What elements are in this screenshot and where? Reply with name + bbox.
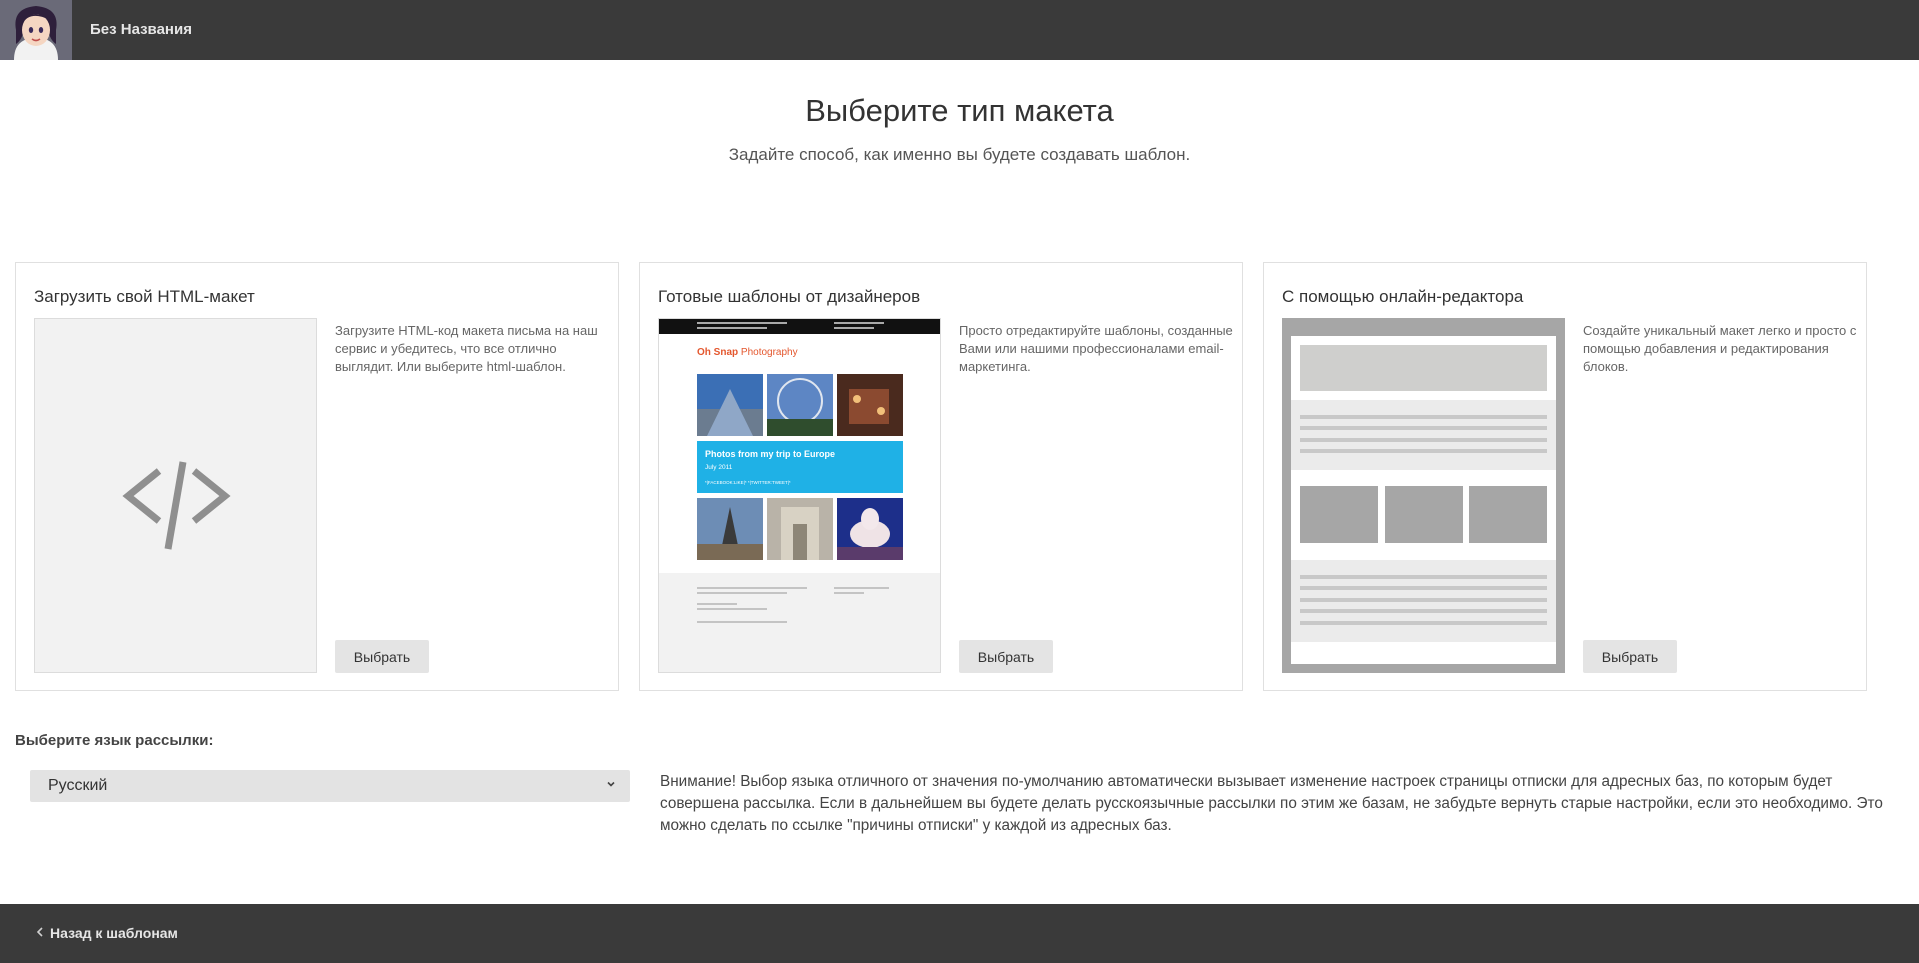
card-title: С помощью онлайн-редактора bbox=[1282, 287, 1524, 306]
card-title: Готовые шаблоны от дизайнеров bbox=[658, 287, 921, 306]
bottom-bar: Назад к шаблонам bbox=[0, 904, 1919, 963]
card-html-upload: Загрузить свой HTML-макет Загрузите HTML… bbox=[15, 262, 619, 691]
document-title[interactable]: Без Названия bbox=[90, 21, 192, 38]
template-brand-bold: Oh Snap bbox=[697, 347, 738, 358]
back-to-templates-link[interactable]: Назад к шаблонам bbox=[36, 925, 178, 941]
card-description: Просто отредактируйте шаблоны, созданные… bbox=[959, 323, 1233, 374]
html-preview bbox=[34, 318, 317, 673]
language-label: Выберите язык рассылки: bbox=[15, 732, 214, 749]
card-title: Загрузить свой HTML-макет bbox=[34, 287, 255, 306]
chevron-down-icon bbox=[606, 778, 616, 792]
back-to-templates-label: Назад к шаблонам bbox=[50, 925, 178, 941]
template-banner-date: July 2011 bbox=[705, 464, 733, 471]
code-icon bbox=[122, 461, 231, 550]
choose-html-button[interactable]: Выбрать bbox=[335, 640, 429, 673]
template-preview[interactable]: Oh Snap Photography Photos from my trip … bbox=[658, 318, 941, 673]
template-banner-links: *|FACEBOOK:LIKE|* *|TWITTER:TWEET|* bbox=[705, 480, 791, 485]
choose-editor-button[interactable]: Выбрать bbox=[1583, 640, 1677, 673]
chevron-left-icon bbox=[36, 925, 44, 941]
language-selected-value: Русский bbox=[48, 777, 108, 794]
avatar[interactable] bbox=[0, 0, 72, 60]
card-designer-templates: Готовые шаблоны от дизайнеров Oh Snap Ph… bbox=[639, 262, 1243, 691]
editor-preview[interactable] bbox=[1282, 318, 1565, 673]
card-online-editor: С помощью онлайн-редактора Создайте уник… bbox=[1263, 262, 1867, 691]
card-description: Создайте уникальный макет легко и просто… bbox=[1583, 323, 1857, 374]
template-banner-title: Photos from my trip to Europe bbox=[705, 449, 835, 459]
card-description: Загрузите HTML-код макета письма на наш … bbox=[335, 323, 598, 374]
language-select[interactable]: Русский bbox=[30, 770, 630, 802]
template-brand-rest: Photography bbox=[738, 347, 798, 358]
svg-text:Oh Snap Photography: Oh Snap Photography bbox=[697, 347, 798, 358]
language-warning: Внимание! Выбор языка отличного от значе… bbox=[660, 773, 1883, 834]
choose-template-button[interactable]: Выбрать bbox=[959, 640, 1053, 673]
page-subtitle: Задайте способ, как именно вы будете соз… bbox=[728, 145, 1191, 164]
top-bar: Без Названия bbox=[0, 0, 1919, 60]
page-title: Выберите тип макета bbox=[805, 93, 1114, 128]
